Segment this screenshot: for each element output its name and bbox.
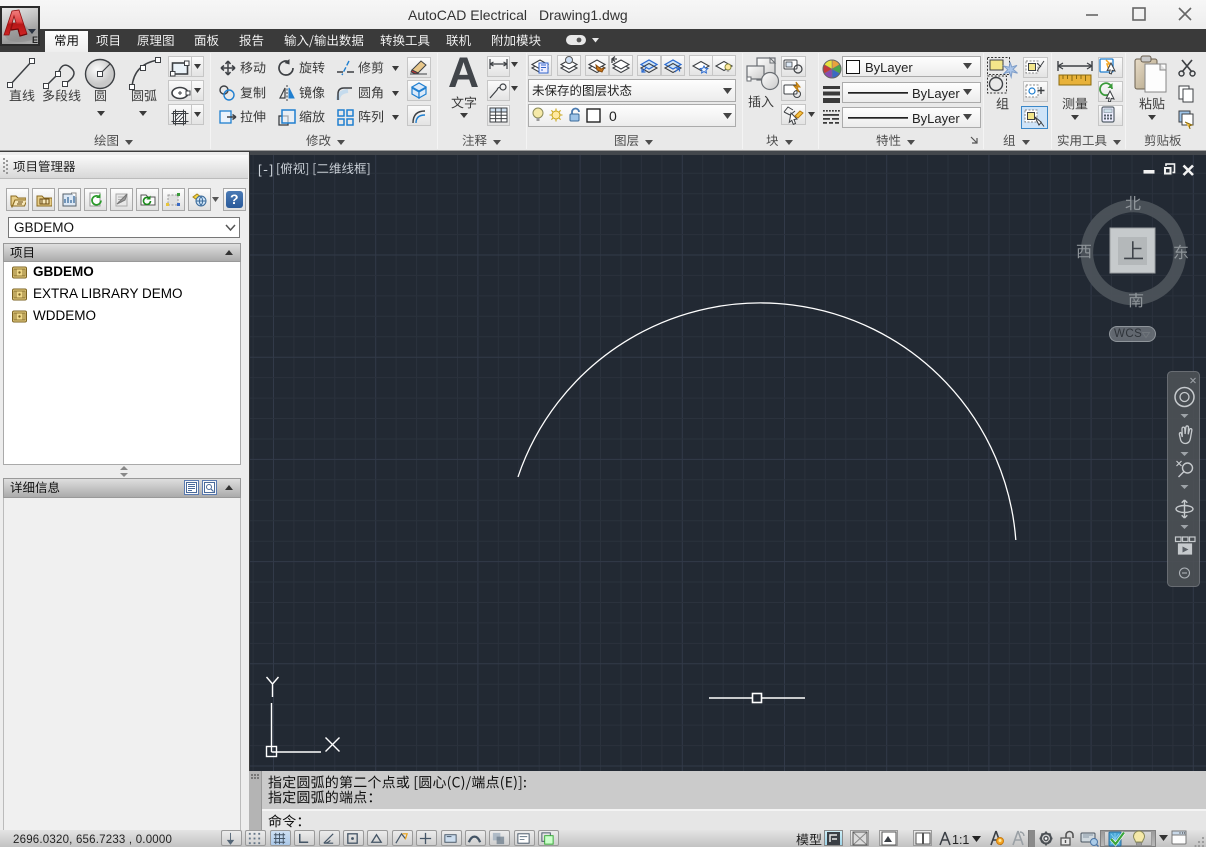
- svg-text:E: E: [32, 35, 38, 44]
